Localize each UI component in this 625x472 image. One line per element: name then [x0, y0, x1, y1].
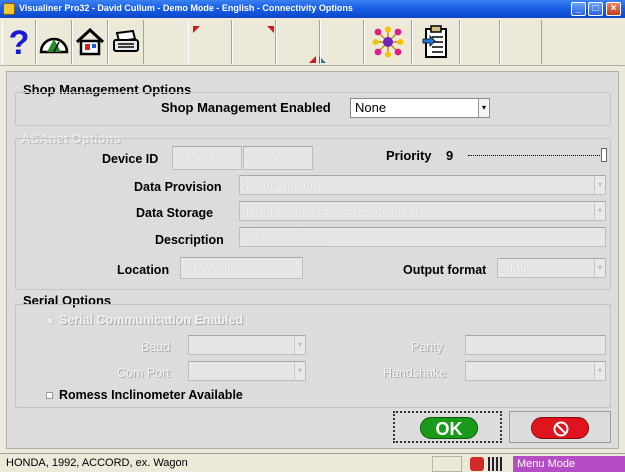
description-label: Description: [155, 233, 224, 247]
shop-management-select[interactable]: None: [350, 98, 490, 118]
gauge-button[interactable]: [36, 20, 72, 64]
svg-text:?: ?: [9, 24, 30, 60]
output-format-value: XML: [502, 261, 527, 275]
priority-value: 9: [446, 148, 454, 163]
description-value: Snap-on Aligner: [244, 230, 330, 244]
baud-label: Baud: [141, 340, 171, 354]
connectivity-icon: [372, 26, 404, 58]
title-bar: Visualiner Pro32 - David Cullum - Demo M…: [0, 0, 625, 18]
handshake-select[interactable]: [465, 361, 606, 381]
import-button[interactable]: [412, 20, 460, 64]
toolbar: ?: [0, 18, 625, 66]
com-port-dropdown-arrow[interactable]: ▾: [294, 362, 305, 380]
priority-label: Priority: [386, 148, 432, 163]
serial-enabled-checkbox[interactable]: [46, 317, 53, 324]
location-field[interactable]: SNAPON0001: [180, 257, 303, 279]
toolbar-slot-2[interactable]: [232, 20, 276, 64]
device-id-prefix-field[interactable]: SNAPN: [172, 146, 242, 170]
com-port-select[interactable]: [188, 361, 306, 381]
ok-button[interactable]: OK: [393, 411, 502, 443]
window-title: Visualiner Pro32 - David Cullum - Demo M…: [19, 3, 353, 13]
romess-checkbox[interactable]: [46, 392, 53, 399]
toolbar-slot-4[interactable]: [320, 20, 364, 64]
baud-dropdown-arrow[interactable]: ▾: [294, 336, 305, 354]
flag-marker-icon: [267, 26, 274, 33]
home-button[interactable]: [72, 20, 108, 64]
flag-marker-icon: [193, 26, 200, 33]
location-value: SNAPON0001: [185, 260, 263, 274]
serial-enabled-label: Serial Communication Enabled: [59, 313, 244, 327]
data-provision-value: 1-Data generated: [244, 178, 338, 192]
priority-slider-thumb[interactable]: [601, 148, 607, 162]
help-button[interactable]: ?: [2, 20, 36, 64]
data-provision-label: Data Provision: [134, 180, 222, 194]
data-storage-label: Data Storage: [136, 206, 214, 220]
cancel-pill: [531, 417, 589, 439]
help-icon: ?: [9, 24, 30, 60]
gauge-icon: [39, 37, 69, 54]
device-id-label: Device ID: [102, 152, 159, 166]
status-panel-empty: [432, 456, 462, 472]
com-port-label: Com Port: [117, 366, 170, 380]
connectivity-button[interactable]: [364, 20, 412, 64]
data-provision-dropdown-arrow[interactable]: ▾: [594, 176, 605, 194]
toolbar-slot-6[interactable]: [500, 20, 542, 64]
minimize-button[interactable]: _: [571, 2, 586, 16]
cancel-icon: [553, 421, 569, 437]
connectivity-options-panel: Shop Management Options Shop Management …: [6, 71, 619, 449]
status-bar: HONDA, 1992, ACCORD, ex. Wagon Menu Mode: [0, 453, 625, 472]
romess-label: Romess Inclinometer Available: [59, 388, 243, 402]
data-storage-select[interactable]: 1-Data with same DID not stored: [239, 201, 606, 221]
output-format-label: Output format: [403, 263, 487, 277]
shop-management-enabled-label: Shop Management Enabled: [161, 100, 331, 115]
shop-management-dropdown-arrow[interactable]: ▾: [478, 99, 489, 117]
data-storage-value: 1-Data with same DID not stored: [244, 204, 419, 218]
description-field[interactable]: Snap-on Aligner: [239, 227, 606, 247]
toolbar-slot-1[interactable]: [188, 20, 232, 64]
close-button[interactable]: ×: [606, 2, 621, 16]
output-format-dropdown-arrow[interactable]: ▾: [594, 259, 605, 277]
maximize-button[interactable]: □: [588, 2, 603, 16]
cancel-button[interactable]: [509, 411, 611, 443]
device-id-prefix: SNAPN: [177, 151, 219, 165]
toolbar-slot-5[interactable]: [460, 20, 500, 64]
baud-select[interactable]: [188, 335, 306, 355]
location-label: Location: [117, 263, 170, 277]
keyboard-status-icon: [488, 457, 502, 471]
priority-slider-track[interactable]: [468, 154, 604, 156]
app-icon: [3, 3, 15, 15]
parity-field[interactable]: [465, 335, 606, 355]
vehicle-status: HONDA, 1992, ACCORD, ex. Wagon: [6, 457, 188, 469]
device-id-number-field[interactable]: 00000: [243, 146, 313, 170]
parity-label: Parity: [411, 340, 443, 354]
stop-status-icon: [470, 457, 484, 471]
handshake-dropdown-arrow[interactable]: ▾: [594, 362, 605, 380]
device-id-number: 00000: [248, 151, 282, 165]
printer-icon: [113, 29, 139, 52]
mode-status: Menu Mode: [513, 456, 625, 472]
handshake-label: Handshake: [383, 366, 447, 380]
toolbar-slot-3[interactable]: [276, 20, 326, 64]
data-provision-select[interactable]: 1-Data generated: [239, 175, 606, 195]
clipboard-import-icon: [422, 25, 447, 58]
shop-management-value: None: [355, 100, 387, 115]
print-button[interactable]: [108, 20, 144, 64]
ok-label: OK: [420, 417, 478, 439]
output-format-select[interactable]: XML: [497, 258, 606, 278]
data-storage-dropdown-arrow[interactable]: ▾: [594, 202, 605, 220]
home-icon: [75, 28, 105, 56]
